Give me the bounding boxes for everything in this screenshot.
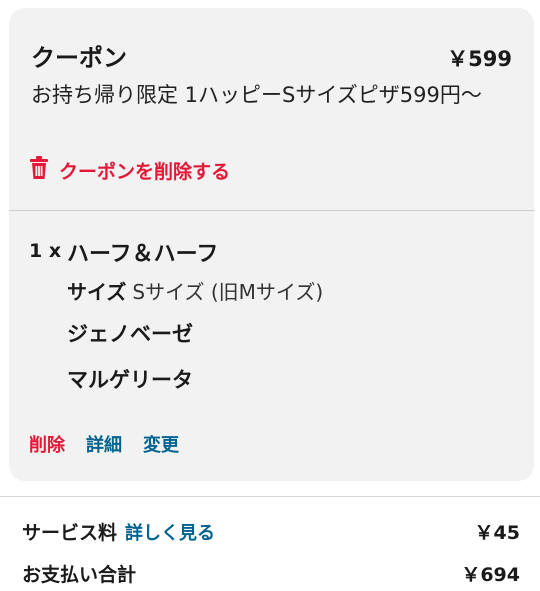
item-size-label: サイズ — [67, 280, 127, 304]
coupon-title: クーポン — [31, 44, 127, 72]
total-value: ￥694 — [461, 564, 520, 586]
item-quantity: 1 x — [29, 240, 62, 262]
item-actions: 削除 詳細 変更 — [29, 431, 179, 457]
total-label: お支払い合計 — [22, 564, 137, 586]
service-fee-details-link[interactable]: 詳しく見る — [125, 519, 215, 545]
service-fee-row: サービス料 詳しく見る ￥45 — [22, 518, 520, 545]
total-row: お支払い合計 ￥694 — [22, 560, 520, 587]
coupon-card: クーポン ￥599 お持ち帰り限定 1ハッピーSサイズピザ599円〜 クーポンを… — [9, 8, 534, 481]
remove-coupon-label: クーポンを削除する — [59, 161, 231, 183]
summary-divider — [0, 496, 540, 497]
item-detail-link[interactable]: 詳細 — [86, 431, 122, 457]
remove-coupon-button[interactable]: クーポンを削除する — [29, 156, 230, 185]
service-fee-value: ￥45 — [474, 522, 520, 544]
item-size: サイズ Sサイズ (旧Mサイズ) — [67, 276, 323, 305]
coupon-price: ￥599 — [447, 47, 512, 71]
topping-item: ジェノベーゼ — [67, 322, 193, 346]
delete-item-link[interactable]: 削除 — [29, 431, 65, 457]
section-divider — [9, 210, 534, 211]
service-fee-label: サービス料 — [22, 522, 118, 544]
trash-icon — [29, 156, 49, 185]
coupon-description: お持ち帰り限定 1ハッピーSサイズピザ599円〜 — [31, 83, 482, 107]
topping-item: マルゲリータ — [67, 368, 193, 392]
item-size-value: Sサイズ (旧Mサイズ) — [132, 280, 324, 304]
item-name: ハーフ＆ハーフ — [67, 242, 219, 267]
change-item-link[interactable]: 変更 — [143, 431, 179, 457]
coupon-header: クーポン ￥599 — [31, 38, 512, 73]
